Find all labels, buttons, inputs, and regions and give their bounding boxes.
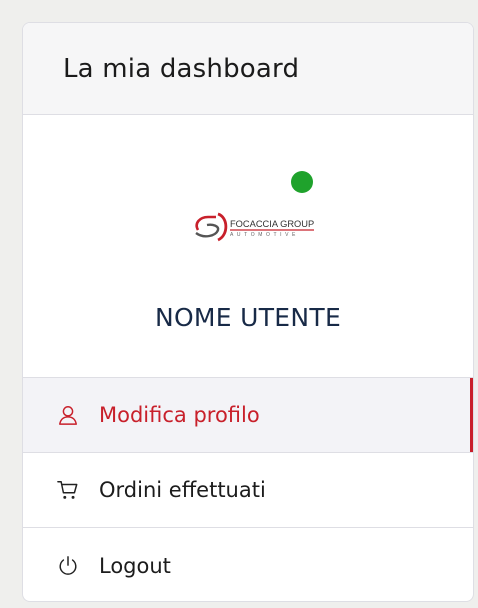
dashboard-title: La mia dashboard [63,53,300,84]
menu-item-label: Ordini effettuati [99,478,266,502]
dashboard-card: La mia dashboard FOCACCIA GROUP AUTOMOTI… [22,22,474,602]
cart-icon [57,481,78,499]
dashboard-header: La mia dashboard [23,23,473,115]
user-icon [59,406,77,425]
menu-item-logout[interactable]: Logout [23,528,473,601]
menu-item-orders[interactable]: Ordini effettuati [23,453,473,528]
menu-item-label: Modifica profilo [99,403,260,427]
profile-section: FOCACCIA GROUP AUTOMOTIVE NOME UTENTE [23,115,473,378]
menu-item-label: Logout [99,553,171,578]
logo-mark-icon [195,212,228,242]
power-icon [59,555,77,575]
user-name: NOME UTENTE [154,303,342,332]
company-logo: FOCACCIA GROUP AUTOMOTIVE [195,212,314,242]
menu-item-edit-profile[interactable]: Modifica profilo [23,378,473,453]
logo-text-top: FOCACCIA GROUP [230,219,314,229]
logo-text-bottom: AUTOMOTIVE [230,232,299,238]
